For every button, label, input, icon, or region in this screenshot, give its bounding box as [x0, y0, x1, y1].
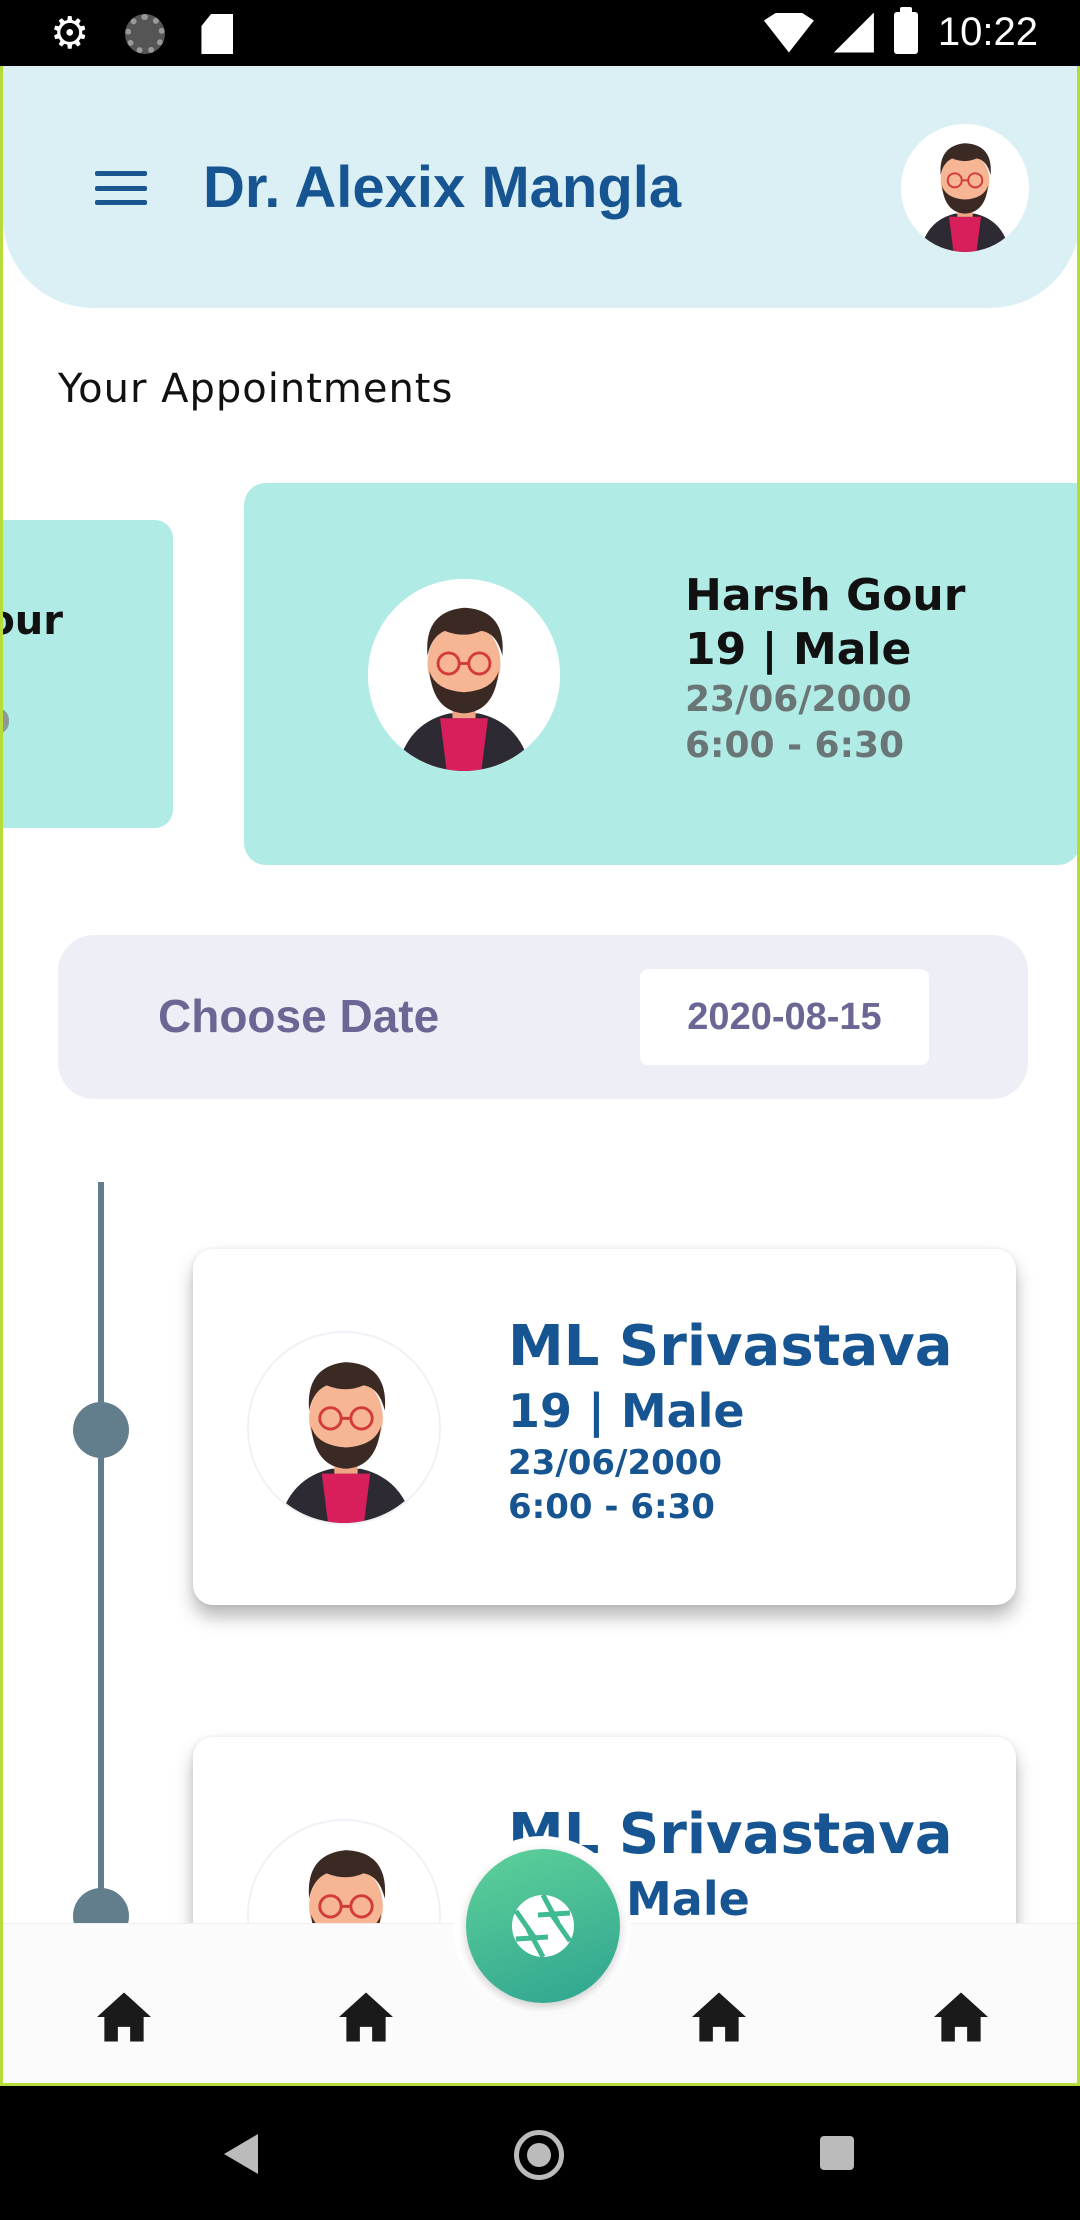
header: Dr. Alexix Mangla	[3, 66, 1077, 308]
patient-age-gender: 19 | Male	[685, 624, 912, 675]
patient-age-gender: 19 | Male	[508, 1384, 745, 1438]
appointment-date: 23/06/2000	[685, 679, 912, 720]
app-screen: Dr. Alexix Mangla Your Appointments our …	[0, 66, 1080, 2086]
appointment-card-partial[interactable]: our	[3, 520, 173, 828]
appointment-date: 23/06/2000	[508, 1443, 723, 1483]
wifi-icon	[763, 12, 814, 53]
home-icon[interactable]	[94, 1990, 154, 2044]
loading-icon	[125, 14, 166, 54]
hamburger-menu-icon[interactable]	[95, 171, 147, 205]
camera-fab-button[interactable]	[466, 1849, 620, 2003]
appointment-card[interactable]: Harsh Gour 19 | Male 23/06/2000 6:00 - 6…	[244, 483, 1077, 865]
home-icon[interactable]	[336, 1990, 396, 2044]
home-circle-icon[interactable]	[514, 2130, 564, 2180]
home-icon[interactable]	[931, 1990, 991, 2044]
date-input[interactable]	[640, 969, 929, 1065]
camera-aperture-icon	[512, 1893, 574, 1959]
doctor-avatar[interactable]	[901, 124, 1029, 252]
timeline-dot	[73, 1402, 129, 1458]
section-title: Your Appointments	[58, 366, 454, 412]
date-picker-panel: Choose Date	[58, 935, 1028, 1099]
signal-icon	[833, 12, 874, 53]
patient-avatar	[368, 579, 560, 771]
patient-name: Harsh Gour	[685, 570, 966, 621]
appointment-time: 6:00 - 6:30	[508, 1487, 715, 1527]
status-time: 10:22	[937, 10, 1038, 54]
page-title: Dr. Alexix Mangla	[203, 155, 682, 220]
home-icon[interactable]	[689, 1990, 749, 2044]
sd-card-icon	[201, 14, 234, 54]
patient-avatar	[247, 1331, 441, 1525]
appointment-time: 6:00 - 6:30	[685, 725, 905, 766]
patient-name: our	[3, 598, 63, 644]
back-icon[interactable]	[224, 2134, 258, 2174]
status-bar: ⚙ 10:22	[0, 0, 1080, 66]
timeline-appointment-card[interactable]: ML Srivastava 19 | Male 23/06/2000 6:00 …	[193, 1249, 1016, 1605]
choose-date-label: Choose Date	[158, 990, 440, 1042]
battery-icon	[893, 6, 918, 54]
patient-name: ML Srivastava	[508, 1314, 953, 1379]
partial-avatar-edge	[3, 708, 9, 734]
recents-icon[interactable]	[820, 2136, 854, 2170]
system-nav-bar	[0, 2086, 1080, 2220]
settings-icon: ⚙	[50, 9, 90, 58]
